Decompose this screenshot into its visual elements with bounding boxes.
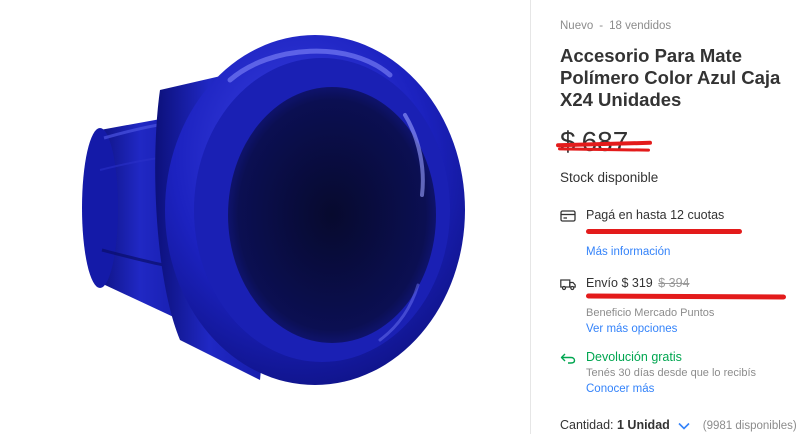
price-currency: $ [560, 126, 576, 157]
shipping-price: $ 319 [621, 276, 653, 290]
quantity-label: Cantidad: [560, 418, 614, 432]
product-gallery [0, 0, 530, 434]
product-title: Accesorio Para Mate Polímero Color Azul … [560, 45, 781, 110]
product-meta: Nuevo -18 vendidos [560, 20, 671, 32]
condition-label: Nuevo [560, 20, 594, 32]
shipping-text: Envío $ 319 $ 394 [586, 276, 690, 290]
more-info-link[interactable]: Más información [586, 246, 670, 258]
quantity-value[interactable]: 1 Unidad [617, 418, 670, 432]
free-returns-text: Devolución gratis [586, 350, 682, 364]
chevron-down-icon[interactable] [677, 421, 691, 431]
shipping-label: Envío [586, 276, 618, 290]
returns-period-text: Tenés 30 días desde que lo recibís [586, 367, 757, 379]
learn-more-link[interactable]: Conocer más [586, 383, 654, 395]
credit-card-icon [560, 210, 576, 222]
redaction-mark-payment [586, 229, 742, 234]
available-count: (9981 disponibles) [702, 420, 797, 432]
payment-installments-text: Pagá en hasta 12 cuotas [586, 208, 725, 222]
shipping-benefit: Beneficio Mercado Puntos [586, 307, 715, 319]
product-info-panel: Nuevo -18 vendidos Accesorio Para Mate Po… [531, 0, 800, 434]
product-image[interactable] [60, 20, 480, 420]
quantity-selector[interactable]: Cantidad: 1 Unidad (9981 disponibles) [560, 418, 797, 432]
meta-separator: - [599, 20, 604, 32]
truck-icon [560, 279, 576, 291]
return-arrow-icon [560, 353, 576, 364]
sold-count: 18 vendidos [609, 20, 672, 32]
stock-status: Stock disponible [560, 170, 659, 185]
more-options-link[interactable]: Ver más opciones [586, 323, 677, 335]
redaction-mark-shipping [585, 293, 787, 300]
shipping-old-price: $ 394 [658, 276, 690, 290]
